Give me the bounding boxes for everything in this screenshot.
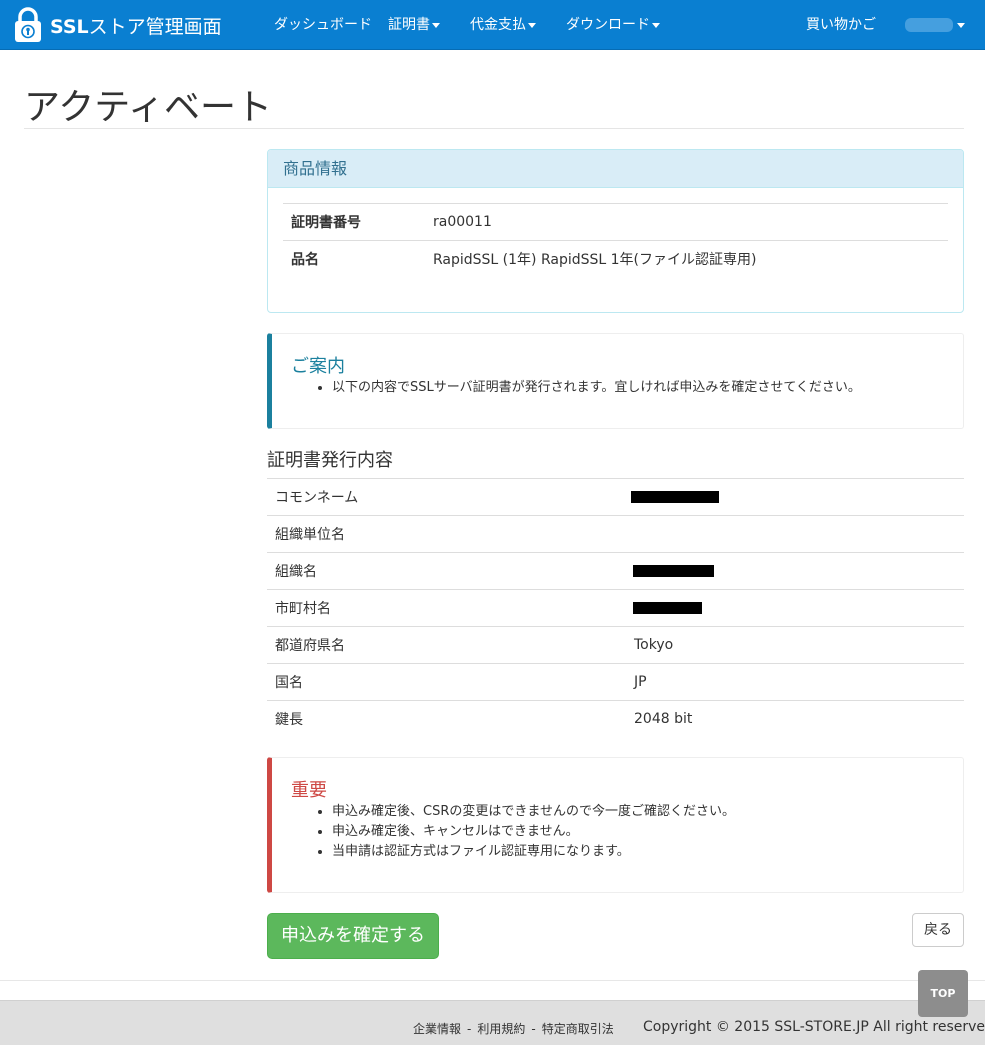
country-label: 国名 bbox=[267, 663, 602, 701]
user-name-redacted bbox=[905, 18, 953, 32]
table-row: 市町村名 bbox=[267, 589, 964, 627]
nav-cart[interactable]: 買い物かご bbox=[806, 0, 876, 50]
redacted-value bbox=[633, 565, 714, 577]
list-item: 申込み確定後、キャンセルはできません。 bbox=[332, 822, 735, 842]
redacted-value bbox=[633, 602, 702, 614]
nav-certificates-label: 証明書 bbox=[388, 17, 430, 33]
nav-payment-dropdown[interactable]: 代金支払 bbox=[470, 0, 536, 50]
page-footer: 企業情報 - 利用規約 - 特定商取引法 Copyright © 2015 SSL-ST… bbox=[0, 1000, 985, 1045]
caret-down-icon bbox=[432, 22, 440, 28]
product-info-panel: 商品情報 証明書番号 ra00011 品名 RapidSSL (1年) Rapi… bbox=[267, 149, 964, 313]
confirm-order-button[interactable]: 申込みを確定する bbox=[267, 913, 439, 959]
copyright-text: Copyright © 2015 SSL-STORE.JP All right … bbox=[643, 1019, 985, 1035]
list-item: 以下の内容でSSLサーバ証明書が発行されます。宜しければ申込みを確定させてくださ… bbox=[332, 378, 861, 398]
nav-certificates-dropdown[interactable]: 証明書 bbox=[388, 0, 440, 50]
list-item: 当申請は認証方式はファイル認証専用になります。 bbox=[332, 842, 735, 862]
nav-cart-label: 買い物かご bbox=[806, 17, 876, 33]
organization-label: 組織名 bbox=[267, 552, 602, 590]
key-length-value: 2048 bit bbox=[602, 700, 964, 738]
footer-separator: - bbox=[531, 1022, 536, 1036]
certificate-number-value: ra00011 bbox=[425, 203, 948, 241]
list-item: 申込み確定後、CSRの変更はできませんので今一度ご確認ください。 bbox=[332, 802, 735, 822]
top-navbar: SSLストア管理画面 ダッシュボード 証明書 代金支払 ダウンロード 買い物かご bbox=[0, 0, 985, 50]
country-value: JP bbox=[602, 663, 964, 701]
table-row: 組織名 bbox=[267, 552, 964, 590]
common-name-label: コモンネーム bbox=[267, 478, 602, 516]
page-title: アクティベート bbox=[24, 87, 273, 128]
nav-payment-label: 代金支払 bbox=[470, 17, 526, 33]
prefecture-value: Tokyo bbox=[602, 626, 964, 664]
important-list: 申込み確定後、CSRの変更はできませんので今一度ご確認ください。 申込み確定後、… bbox=[332, 802, 735, 862]
important-title: 重要 bbox=[291, 780, 327, 801]
nav-dashboard-label: ダッシュボード bbox=[274, 17, 372, 33]
brand-link[interactable]: SSLストア管理画面 bbox=[14, 6, 222, 44]
table-row: 国名 JP bbox=[267, 663, 964, 701]
user-menu-dropdown[interactable] bbox=[955, 0, 965, 50]
certificate-number-label: 証明書番号 bbox=[283, 203, 425, 241]
footer-divider bbox=[0, 980, 985, 981]
footer-links: 企業情報 - 利用規約 - 特定商取引法 bbox=[413, 1020, 614, 1037]
common-name-value bbox=[602, 478, 964, 516]
table-row: 品名 RapidSSL (1年) RapidSSL 1年(ファイル認証専用) bbox=[283, 240, 948, 278]
caret-down-icon bbox=[528, 22, 536, 28]
notice-callout: ご案内 以下の内容でSSLサーバ証明書が発行されます。宜しければ申込みを確定させ… bbox=[267, 333, 964, 429]
title-divider bbox=[24, 128, 964, 129]
table-row: 鍵長 2048 bit bbox=[267, 700, 964, 738]
footer-link-commerce-law[interactable]: 特定商取引法 bbox=[542, 1022, 614, 1036]
footer-link-company[interactable]: 企業情報 bbox=[413, 1022, 461, 1036]
product-info-table: 証明書番号 ra00011 品名 RapidSSL (1年) RapidSSL … bbox=[283, 203, 948, 278]
product-name-value: RapidSSL (1年) RapidSSL 1年(ファイル認証専用) bbox=[425, 240, 948, 278]
certificate-details-table: コモンネーム 組織単位名 組織名 市町村名 都道府県名 Tokyo 国名 JP … bbox=[267, 478, 964, 738]
table-row: 証明書番号 ra00011 bbox=[283, 203, 948, 241]
details-section-title: 証明書発行内容 bbox=[267, 450, 393, 471]
table-row: コモンネーム bbox=[267, 478, 964, 516]
caret-down-icon bbox=[957, 22, 965, 28]
organization-value bbox=[602, 552, 964, 590]
table-row: 都道府県名 Tokyo bbox=[267, 626, 964, 664]
product-name-label: 品名 bbox=[283, 240, 425, 278]
back-button[interactable]: 戻る bbox=[912, 913, 964, 947]
nav-dashboard[interactable]: ダッシュボード bbox=[274, 0, 372, 50]
city-label: 市町村名 bbox=[267, 589, 602, 627]
brand-bold-text: SSL bbox=[50, 15, 89, 38]
product-info-heading: 商品情報 bbox=[268, 150, 963, 188]
footer-link-terms[interactable]: 利用規約 bbox=[477, 1022, 525, 1036]
nav-download-label: ダウンロード bbox=[566, 17, 650, 33]
org-unit-value bbox=[602, 515, 964, 553]
notice-list: 以下の内容でSSLサーバ証明書が発行されます。宜しければ申込みを確定させてくださ… bbox=[332, 378, 861, 398]
back-to-top-button[interactable]: TOP bbox=[918, 970, 968, 1017]
notice-title: ご案内 bbox=[291, 356, 345, 377]
org-unit-label: 組織単位名 bbox=[267, 515, 602, 553]
brand-text: ストア管理画面 bbox=[88, 15, 222, 38]
prefecture-label: 都道府県名 bbox=[267, 626, 602, 664]
table-row: 組織単位名 bbox=[267, 515, 964, 553]
footer-separator: - bbox=[467, 1022, 472, 1036]
redacted-value bbox=[631, 491, 719, 503]
city-value bbox=[602, 589, 964, 627]
key-length-label: 鍵長 bbox=[267, 700, 602, 738]
caret-down-icon bbox=[652, 22, 660, 28]
important-callout: 重要 申込み確定後、CSRの変更はできませんので今一度ご確認ください。 申込み確… bbox=[267, 757, 964, 893]
nav-download-dropdown[interactable]: ダウンロード bbox=[566, 0, 660, 50]
padlock-icon bbox=[15, 7, 41, 42]
